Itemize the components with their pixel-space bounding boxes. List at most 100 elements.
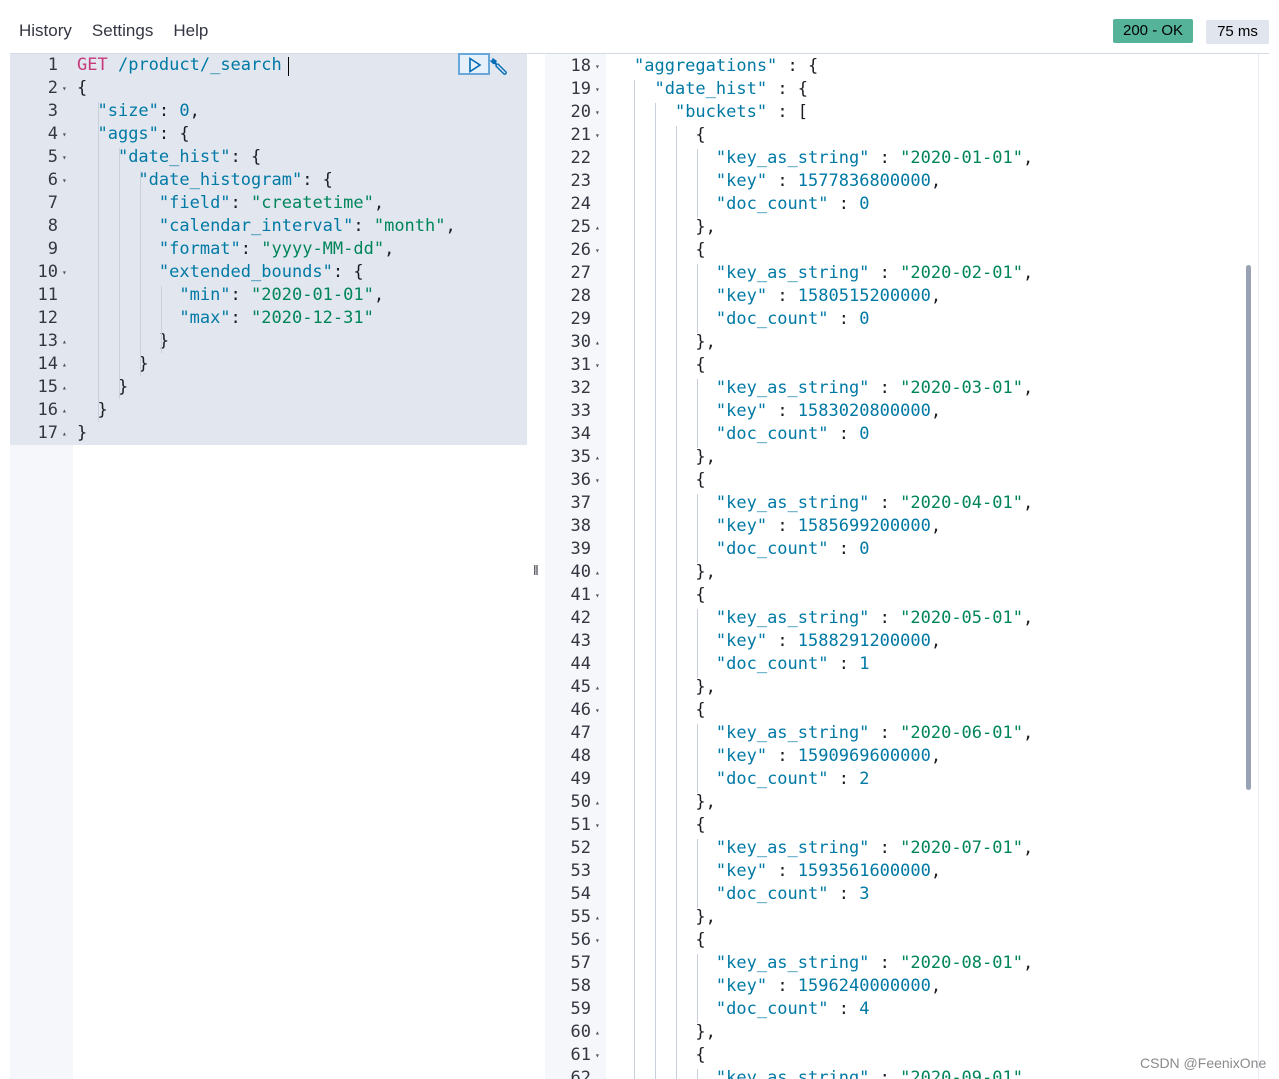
unfold-arrow-icon[interactable]: ▴ [595, 1021, 600, 1044]
fold-arrow-icon[interactable]: ▾ [62, 123, 67, 146]
line-number: 39 [570, 539, 591, 559]
fold-arrow-icon[interactable]: ▾ [595, 55, 600, 78]
code-text: "key" : 1577836800000, [634, 170, 941, 193]
code-text: { [77, 77, 87, 100]
unfold-arrow-icon[interactable]: ▴ [62, 376, 67, 399]
fold-arrow-icon[interactable]: ▾ [595, 469, 600, 492]
fold-arrow-icon[interactable]: ▾ [595, 78, 600, 101]
code-token: 0 [179, 101, 190, 121]
request-editor[interactable]: 1 GET /product/_search 2 ▾{3 "size": 0, 4 ▾ "… [10, 54, 527, 1079]
line-number: 32 [570, 378, 591, 398]
code-token: : [869, 953, 901, 973]
code-token: 1577836800000 [797, 171, 931, 191]
code-token: : [828, 309, 860, 329]
code-token: "key_as_string" [715, 148, 870, 168]
fold-arrow-icon[interactable]: ▾ [595, 814, 600, 837]
unfold-arrow-icon[interactable]: ▴ [595, 216, 600, 239]
response-scrollbar[interactable] [1246, 265, 1251, 790]
pane-resizer[interactable]: ‖ [533, 562, 539, 578]
code-text: "doc_count" : 4 [634, 998, 870, 1021]
unfold-arrow-icon[interactable]: ▴ [595, 446, 600, 469]
code-text: } [77, 330, 169, 353]
code-text: { [634, 699, 705, 722]
code-token: , [930, 631, 942, 651]
code-token: "key" [715, 976, 768, 996]
code-token: "doc_count" [715, 309, 829, 329]
code-token: "2020-02-01" [900, 263, 1023, 283]
code-token: : [767, 861, 798, 881]
fold-arrow-icon[interactable]: ▾ [595, 101, 600, 124]
code-token: 0 [859, 539, 870, 559]
code-text: "key" : 1590969600000, [634, 745, 941, 768]
unfold-arrow-icon[interactable]: ▴ [595, 791, 600, 814]
line-number: 45 [570, 677, 591, 697]
code-text: }, [634, 331, 715, 354]
code-text: } [77, 376, 128, 399]
unfold-arrow-icon[interactable]: ▴ [595, 906, 600, 929]
code-token: "2020-07-01" [900, 838, 1023, 858]
code-token: { [634, 355, 706, 375]
code-text: "key" : 1583020800000, [634, 400, 941, 423]
code-token: : [869, 378, 901, 398]
fold-arrow-icon[interactable]: ▾ [62, 77, 67, 100]
wrench-icon[interactable] [488, 55, 510, 77]
line-number: 46 [570, 700, 591, 720]
unfold-arrow-icon[interactable]: ▴ [595, 331, 600, 354]
fold-arrow-icon[interactable]: ▾ [595, 239, 600, 262]
fold-arrow-icon[interactable]: ▾ [595, 1044, 600, 1067]
code-token: "calendar_interval" [158, 216, 354, 236]
response-viewer[interactable]: 18 ▾ "aggregations" : {19 ▾ "date_hist" : {… [545, 54, 1258, 1079]
code-text: "date_histogram": { [77, 169, 332, 192]
fold-arrow-icon[interactable]: ▾ [595, 699, 600, 722]
line-number: 37 [570, 493, 591, 513]
code-token: { [634, 930, 706, 950]
run-request-button[interactable] [458, 53, 490, 75]
indent-guide [697, 1069, 698, 1079]
code-token: : [828, 999, 860, 1019]
unfold-arrow-icon[interactable]: ▴ [62, 353, 67, 376]
line-number: 17 [37, 423, 58, 443]
menu-help[interactable]: Help [173, 21, 208, 41]
code-text: "key_as_string" : "2020-08-01", [634, 952, 1033, 975]
code-token: 1596240000000 [797, 976, 931, 996]
code-token: , [1022, 493, 1034, 513]
code-token: "date_hist" [117, 147, 231, 167]
fold-arrow-icon[interactable]: ▾ [595, 354, 600, 377]
indent-guide [98, 102, 99, 422]
line-number: 13 [37, 331, 58, 351]
unfold-arrow-icon[interactable]: ▴ [62, 422, 67, 445]
code-token: "2020-01-01" [251, 285, 374, 305]
code-text: } [77, 399, 107, 422]
fold-arrow-icon[interactable]: ▾ [595, 584, 600, 607]
fold-arrow-icon[interactable]: ▾ [62, 261, 67, 284]
code-token: 1590969600000 [797, 746, 931, 766]
line-number: 14 [37, 354, 58, 374]
code-token: "extended_bounds" [158, 262, 333, 282]
unfold-arrow-icon[interactable]: ▴ [595, 561, 600, 584]
code-token: , [930, 746, 942, 766]
fold-arrow-icon[interactable]: ▾ [62, 169, 67, 192]
code-token: , [930, 171, 942, 191]
fold-arrow-icon[interactable]: ▾ [595, 124, 600, 147]
code-text: "key_as_string" : "2020-02-01", [634, 262, 1033, 285]
unfold-arrow-icon[interactable]: ▴ [595, 676, 600, 699]
fold-arrow-icon[interactable]: ▾ [595, 929, 600, 952]
line-number: 26 [570, 240, 591, 260]
unfold-arrow-icon[interactable]: ▴ [62, 330, 67, 353]
indent-guide [634, 80, 635, 1079]
indent-guide [697, 149, 698, 218]
code-token: { [634, 585, 706, 605]
menu-history[interactable]: History [19, 21, 72, 41]
fold-arrow-icon[interactable]: ▾ [62, 146, 67, 169]
menu-settings[interactable]: Settings [92, 21, 153, 41]
code-token: , [1022, 723, 1034, 743]
response-time-badge: 75 ms [1206, 20, 1269, 44]
unfold-arrow-icon[interactable]: ▴ [62, 399, 67, 422]
code-token: : [230, 285, 252, 305]
code-token: , [373, 285, 385, 305]
code-token: 1588291200000 [797, 631, 931, 651]
